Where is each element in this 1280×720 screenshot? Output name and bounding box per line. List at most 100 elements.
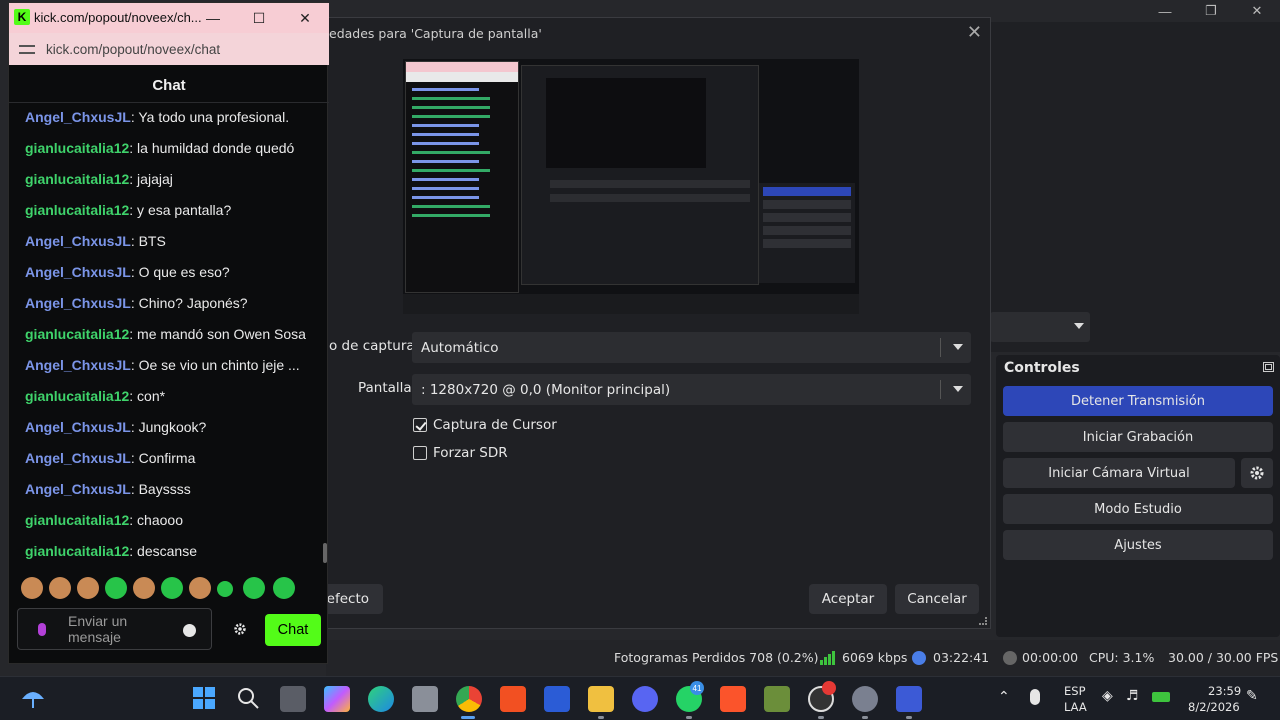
volume-icon[interactable]: ♬	[1126, 688, 1139, 704]
chat-scrollbar[interactable]	[323, 543, 327, 563]
chrome-icon[interactable]	[456, 686, 482, 712]
accept-button[interactable]: Aceptar	[809, 584, 887, 614]
chat-username[interactable]: gianlucaitalia12	[25, 543, 129, 559]
clock-time[interactable]: 23:59	[1208, 684, 1241, 698]
emote-icon[interactable]	[217, 581, 233, 597]
force-sdr-checkbox[interactable]	[413, 446, 427, 460]
windows-taskbar: 41 ⌃ ESP LAA ◈ ♬ 23:59 8/2/2026 ✎	[0, 676, 1280, 720]
emote-icon[interactable]	[49, 577, 71, 599]
start-recording-button[interactable]: Iniciar Grabación	[1003, 422, 1273, 452]
roblox-icon[interactable]	[896, 686, 922, 712]
microsoft-store-icon[interactable]	[500, 686, 526, 712]
controls-dock: Controles Detener Transmisión Iniciar Gr…	[996, 355, 1280, 637]
camera-app-icon[interactable]	[412, 686, 438, 712]
emoji-icon[interactable]	[183, 624, 196, 637]
chat-message-text: : BTS	[130, 233, 166, 249]
minimize-icon[interactable]: —	[201, 7, 225, 29]
discord-icon[interactable]	[632, 686, 658, 712]
chat-username[interactable]: Angel_ChxusJL	[25, 419, 131, 435]
stream-status-icon	[912, 651, 926, 665]
chat-message-input[interactable]: Enviar un mensaje	[17, 608, 212, 650]
emote-icon[interactable]	[273, 577, 295, 599]
edge-browser-icon[interactable]	[368, 686, 394, 712]
chat-username[interactable]: Angel_ChxusJL	[25, 109, 131, 125]
keyboard-layout[interactable]: LAA	[1064, 700, 1087, 714]
wifi-icon[interactable]: ◈	[1102, 688, 1113, 704]
chat-username[interactable]: Angel_ChxusJL	[25, 481, 131, 497]
emote-icon[interactable]	[21, 577, 43, 599]
capture-preview	[403, 59, 859, 314]
chat-username[interactable]: gianlucaitalia12	[25, 171, 129, 187]
resize-grip[interactable]	[979, 617, 987, 625]
address-bar[interactable]: kick.com/popout/noveex/chat	[9, 33, 329, 65]
search-icon[interactable]	[236, 686, 260, 710]
chat-message: gianlucaitalia12: chaooo	[25, 512, 183, 528]
chat-username[interactable]: Angel_ChxusJL	[25, 295, 131, 311]
weather-umbrella-icon[interactable]	[20, 687, 46, 711]
settings-running-indicator	[862, 716, 868, 719]
cursor-capture-checkbox[interactable]	[413, 418, 427, 432]
signal-icon	[820, 651, 836, 665]
defaults-button[interactable]: efecto	[319, 584, 383, 614]
fps: 30.00 / 30.00 FPS	[1168, 650, 1279, 665]
emote-icon[interactable]	[77, 577, 99, 599]
minimize-icon[interactable]: —	[1142, 0, 1188, 22]
obs-dropdown[interactable]	[990, 312, 1090, 342]
emote-icon[interactable]	[161, 577, 183, 599]
chat-username[interactable]: Angel_ChxusJL	[25, 450, 131, 466]
screen-value: : 1280x720 @ 0,0 (Monitor principal)	[421, 382, 671, 398]
obs-window-controls: — ❐ ✕	[1142, 0, 1280, 22]
chat-username[interactable]: gianlucaitalia12	[25, 388, 129, 404]
chat-username[interactable]: gianlucaitalia12	[25, 326, 129, 342]
screen-select[interactable]: : 1280x720 @ 0,0 (Monitor principal)	[412, 374, 971, 405]
chat-username[interactable]: Angel_ChxusJL	[25, 357, 131, 373]
float-dock-icon[interactable]	[1263, 362, 1274, 372]
language-code[interactable]: ESP	[1064, 684, 1086, 698]
start-virtual-camera-button[interactable]: Iniciar Cámara Virtual	[1003, 458, 1235, 488]
file-explorer-icon[interactable]	[588, 686, 614, 712]
word-icon[interactable]	[544, 686, 570, 712]
chat-username[interactable]: gianlucaitalia12	[25, 202, 129, 218]
stop-stream-button[interactable]: Detener Transmisión	[1003, 386, 1273, 416]
chat-username[interactable]: Angel_ChxusJL	[25, 264, 131, 280]
browser-window-title: kick.com/popout/noveex/ch...	[34, 10, 202, 25]
chat-username[interactable]: gianlucaitalia12	[25, 140, 129, 156]
kick-logo-icon: K	[14, 9, 30, 25]
minecraft-icon[interactable]	[764, 686, 790, 712]
task-view-icon[interactable]	[280, 686, 306, 712]
obs-status-bar: Fotogramas Perdidos 708 (0.2%) 6069 kbps…	[326, 640, 1280, 676]
microphone-tray-icon[interactable]	[1030, 689, 1040, 705]
windows-start-icon[interactable]	[192, 686, 216, 710]
restore-icon[interactable]: ❐	[1188, 0, 1234, 22]
close-icon[interactable]: ✕	[293, 7, 317, 29]
studio-mode-button[interactable]: Modo Estudio	[1003, 494, 1273, 524]
capture-method-select[interactable]: Automático	[412, 332, 971, 363]
battery-icon[interactable]	[1152, 692, 1170, 702]
chat-settings-gear-icon[interactable]	[233, 622, 247, 636]
emote-icon[interactable]	[189, 577, 211, 599]
send-chat-button[interactable]: Chat	[265, 614, 321, 646]
settings-button[interactable]: Ajustes	[1003, 530, 1273, 560]
chat-username[interactable]: gianlucaitalia12	[25, 512, 129, 528]
chat-username[interactable]: Angel_ChxusJL	[25, 233, 131, 249]
close-icon[interactable]: ✕	[967, 22, 982, 43]
chat-popout-window: K kick.com/popout/noveex/ch... — ☐ ✕ kic…	[8, 2, 329, 664]
chat-message: Angel_ChxusJL: Confirma	[25, 450, 195, 466]
copilot-icon[interactable]	[324, 686, 350, 712]
clock-date[interactable]: 8/2/2026	[1188, 700, 1240, 714]
site-settings-icon[interactable]	[19, 42, 35, 56]
virtual-camera-settings-button[interactable]	[1241, 458, 1273, 488]
emote-icon[interactable]	[133, 577, 155, 599]
chevron-up-icon[interactable]: ⌃	[998, 689, 1010, 705]
settings-app-icon[interactable]	[852, 686, 878, 712]
chat-message: Angel_ChxusJL: Chino? Japonés?	[25, 295, 248, 311]
emote-icon[interactable]	[105, 577, 127, 599]
emote-icon[interactable]	[243, 577, 265, 599]
close-icon[interactable]: ✕	[1234, 0, 1280, 22]
bitrate: 6069 kbps	[842, 650, 908, 665]
cancel-button[interactable]: Cancelar	[895, 584, 979, 614]
notification-bell-icon[interactable]: ✎	[1246, 688, 1258, 704]
microphone-icon[interactable]	[38, 623, 46, 636]
brave-browser-icon[interactable]	[720, 686, 746, 712]
maximize-icon[interactable]: ☐	[247, 7, 271, 29]
